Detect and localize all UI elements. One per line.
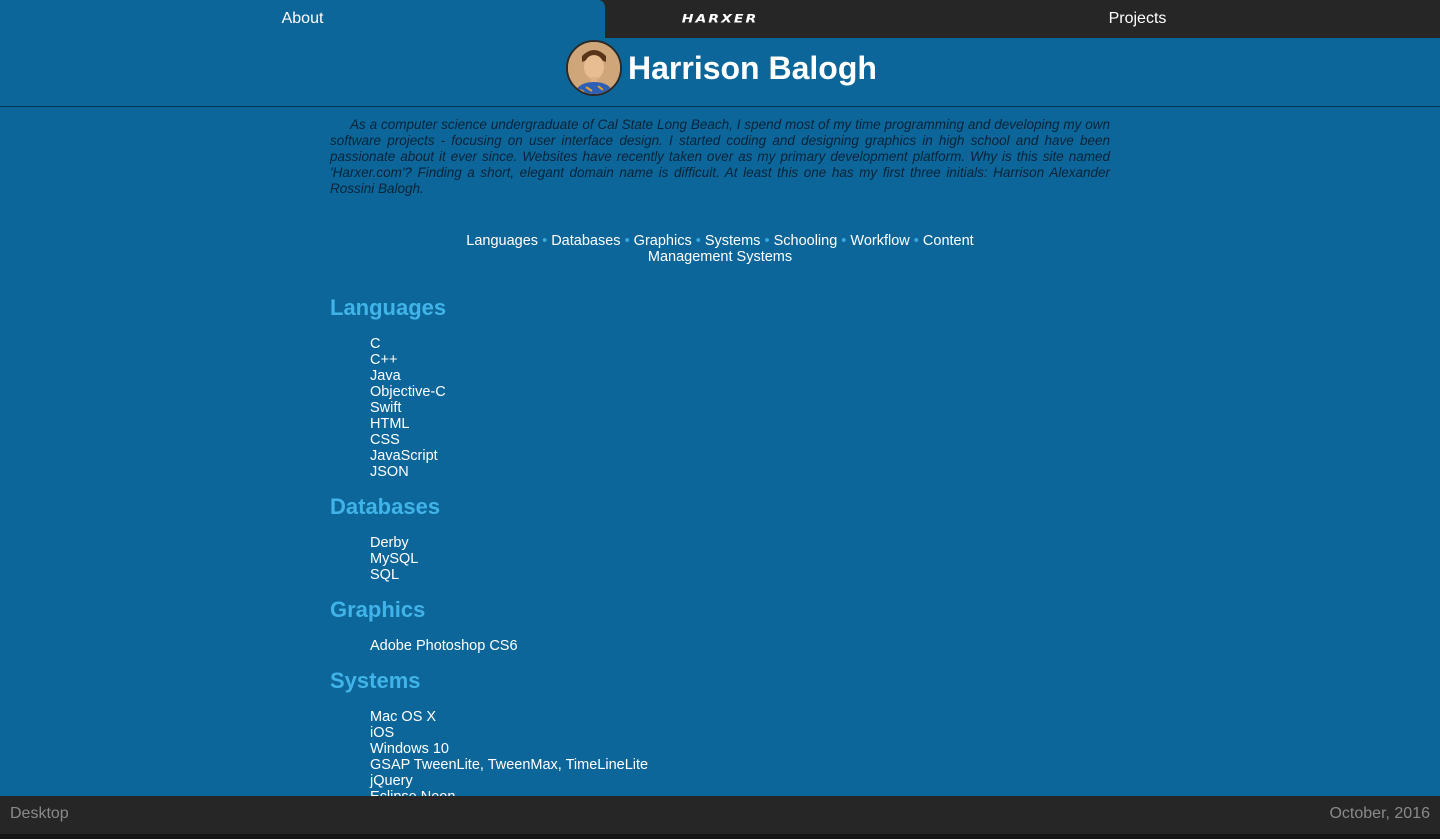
section-heading: Databases bbox=[330, 494, 441, 519]
list-item: MySQL bbox=[370, 551, 419, 567]
skill-list: Derby MySQL SQL bbox=[330, 535, 1110, 583]
skill-list: Mac OS X iOS Windows 10 GSAP TweenLite, … bbox=[330, 709, 1110, 805]
toc-separator: • bbox=[841, 233, 847, 249]
toc-link-schooling[interactable]: Schooling bbox=[774, 233, 838, 249]
section-databases: Databases Derby MySQL SQL bbox=[330, 494, 1110, 583]
toc-link-languages[interactable]: Languages bbox=[466, 233, 538, 249]
section-links: Languages • Databases • Graphics • Syste… bbox=[460, 233, 980, 265]
toc-link-systems[interactable]: Systems bbox=[705, 233, 761, 249]
main-content: As a computer science undergraduate of C… bbox=[330, 117, 1110, 805]
page-title: Harrison Balogh bbox=[628, 50, 877, 86]
section-heading: Graphics bbox=[330, 597, 426, 622]
section-heading: Systems bbox=[330, 668, 421, 693]
tab-projects[interactable]: Projects bbox=[835, 0, 1440, 38]
skill-list: C C++ Java Objective-C Swift HTML CSS Ja… bbox=[330, 336, 1110, 480]
footer-bar: Desktop October, 2016 bbox=[0, 796, 1440, 839]
toc-separator: • bbox=[695, 233, 701, 249]
toc-separator: • bbox=[913, 233, 919, 249]
list-item: Java bbox=[370, 368, 401, 384]
tab-about[interactable]: About bbox=[0, 0, 605, 38]
list-item: Mac OS X bbox=[370, 709, 437, 725]
list-item: Derby bbox=[370, 535, 409, 551]
toc-link-workflow[interactable]: Workflow bbox=[850, 233, 909, 249]
toc-separator: • bbox=[624, 233, 630, 249]
top-nav: About HARXER Projects bbox=[0, 0, 1440, 38]
list-item: C++ bbox=[370, 352, 398, 368]
list-item: Swift bbox=[370, 400, 402, 416]
section-graphics: Graphics Adobe Photoshop CS6 bbox=[330, 597, 1110, 654]
profile-header: Harrison Balogh bbox=[0, 38, 1440, 107]
list-item: JavaScript bbox=[370, 448, 438, 464]
section-systems: Systems Mac OS X iOS Windows 10 GSAP Twe… bbox=[330, 668, 1110, 805]
intro-paragraph: As a computer science undergraduate of C… bbox=[330, 117, 1110, 196]
list-item: jQuery bbox=[370, 773, 413, 789]
section-heading: Languages bbox=[330, 295, 447, 320]
list-item: C bbox=[370, 336, 381, 352]
list-item: HTML bbox=[370, 416, 410, 432]
footer-date: October, 2016 bbox=[1329, 805, 1430, 822]
section-languages: Languages C C++ Java Objective-C Swift H… bbox=[330, 295, 1110, 480]
list-item: Objective-C bbox=[370, 384, 446, 400]
list-item: Windows 10 bbox=[370, 741, 449, 757]
avatar-portrait-icon bbox=[568, 42, 620, 94]
toc-separator: • bbox=[542, 233, 548, 249]
list-item: CSS bbox=[370, 432, 400, 448]
site-logo[interactable]: HARXER bbox=[619, 3, 821, 35]
list-item: iOS bbox=[370, 725, 395, 741]
avatar bbox=[566, 40, 622, 96]
list-item: Adobe Photoshop CS6 bbox=[370, 638, 518, 654]
list-item: JSON bbox=[370, 464, 409, 480]
toc-separator: • bbox=[764, 233, 770, 249]
list-item: SQL bbox=[370, 567, 400, 583]
toc-link-databases[interactable]: Databases bbox=[551, 233, 620, 249]
list-item: GSAP TweenLite, TweenMax, TimeLineLite bbox=[370, 757, 649, 773]
skill-list: Adobe Photoshop CS6 bbox=[330, 638, 1110, 654]
toc-link-graphics[interactable]: Graphics bbox=[634, 233, 692, 249]
footer-device-label: Desktop bbox=[10, 805, 69, 822]
